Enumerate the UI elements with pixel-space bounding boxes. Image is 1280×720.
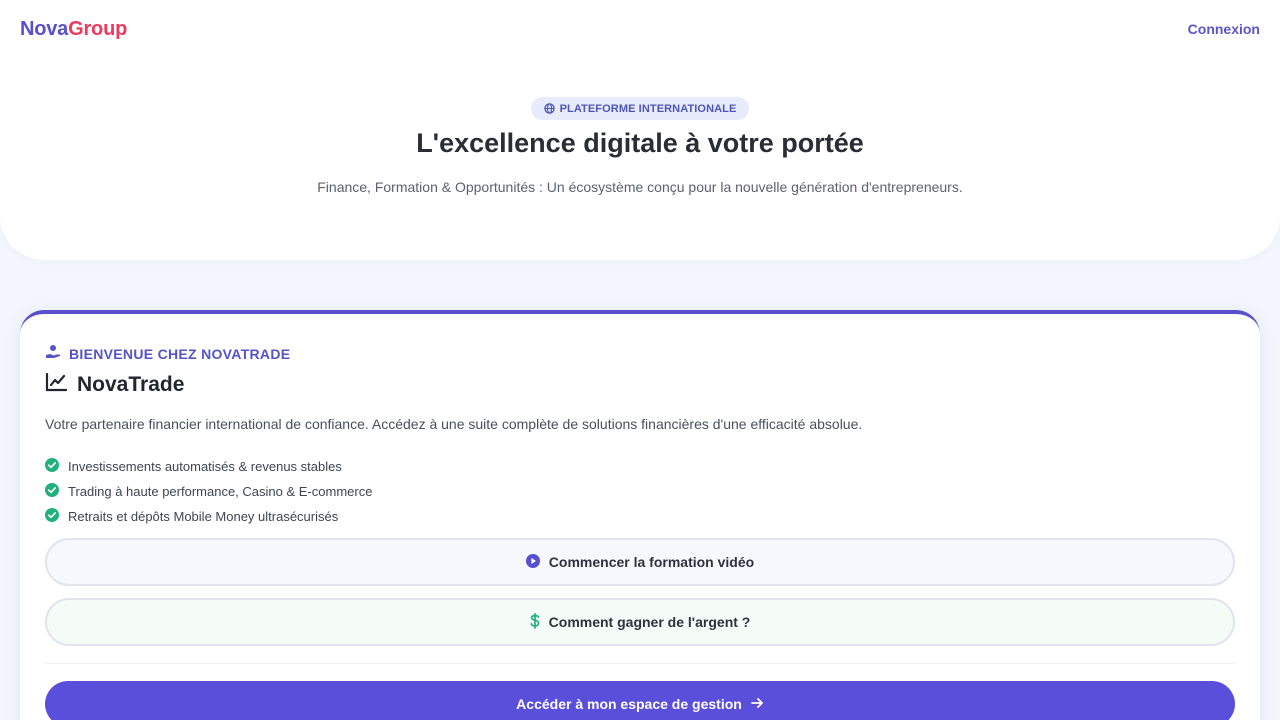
product-description: Votre partenaire financier international… (45, 416, 863, 432)
platform-badge: PLATEFORME INTERNATIONALE (531, 97, 749, 120)
brand-logo[interactable]: NovaGroup (20, 18, 127, 41)
access-dashboard-button[interactable]: Accéder à mon espace de gestion (45, 681, 1235, 720)
how-to-earn-button[interactable]: Comment gagner de l'argent ? (45, 598, 1235, 646)
arrow-right-icon (750, 696, 764, 712)
divider (45, 663, 1235, 664)
chart-line-icon (45, 372, 68, 398)
money-button-label: Comment gagner de l'argent ? (548, 614, 751, 630)
logo-part-group: Group (68, 17, 128, 40)
feature-list: Investissements automatisés & revenus st… (45, 454, 372, 529)
top-navbar: NovaGroup Connexion (0, 0, 1280, 58)
logo-part-nova: Nova (20, 17, 69, 40)
check-circle-icon (45, 458, 59, 475)
hand-holding-user-icon (45, 344, 61, 363)
feature-item: Retraits et dépôts Mobile Money ultraséc… (45, 504, 372, 529)
check-circle-icon (45, 483, 59, 500)
product-title: NovaTrade (45, 372, 184, 398)
feature-text: Retraits et dépôts Mobile Money ultraséc… (68, 509, 339, 524)
hero-subtitle: Finance, Formation & Opportunités : Un é… (317, 179, 963, 195)
login-link[interactable]: Connexion (1188, 21, 1260, 37)
primary-button-label: Accéder à mon espace de gestion (516, 696, 742, 712)
check-circle-icon (45, 508, 59, 525)
feature-item: Investissements automatisés & revenus st… (45, 454, 372, 479)
hero-title: L'excellence digitale à votre portée (416, 128, 864, 158)
hero-section: PLATEFORME INTERNATIONALE L'excellence d… (0, 58, 1280, 260)
globe-icon (543, 103, 555, 114)
product-name: NovaTrade (77, 373, 185, 396)
video-button-label: Commencer la formation vidéo (548, 554, 755, 570)
start-video-training-button[interactable]: Commencer la formation vidéo (45, 538, 1235, 586)
welcome-label: BIENVENUE CHEZ NOVATRADE (69, 345, 291, 362)
welcome-heading: BIENVENUE CHEZ NOVATRADE (45, 344, 290, 363)
feature-text: Trading à haute performance, Casino & E-… (68, 484, 373, 499)
feature-text: Investissements automatisés & revenus st… (68, 459, 342, 474)
badge-label: PLATEFORME INTERNATIONALE (559, 102, 737, 115)
play-circle-icon (525, 553, 540, 571)
dollar-sign-icon (530, 612, 540, 632)
novatrade-card: BIENVENUE CHEZ NOVATRADE NovaTrade Votre… (20, 310, 1260, 720)
feature-item: Trading à haute performance, Casino & E-… (45, 479, 372, 504)
